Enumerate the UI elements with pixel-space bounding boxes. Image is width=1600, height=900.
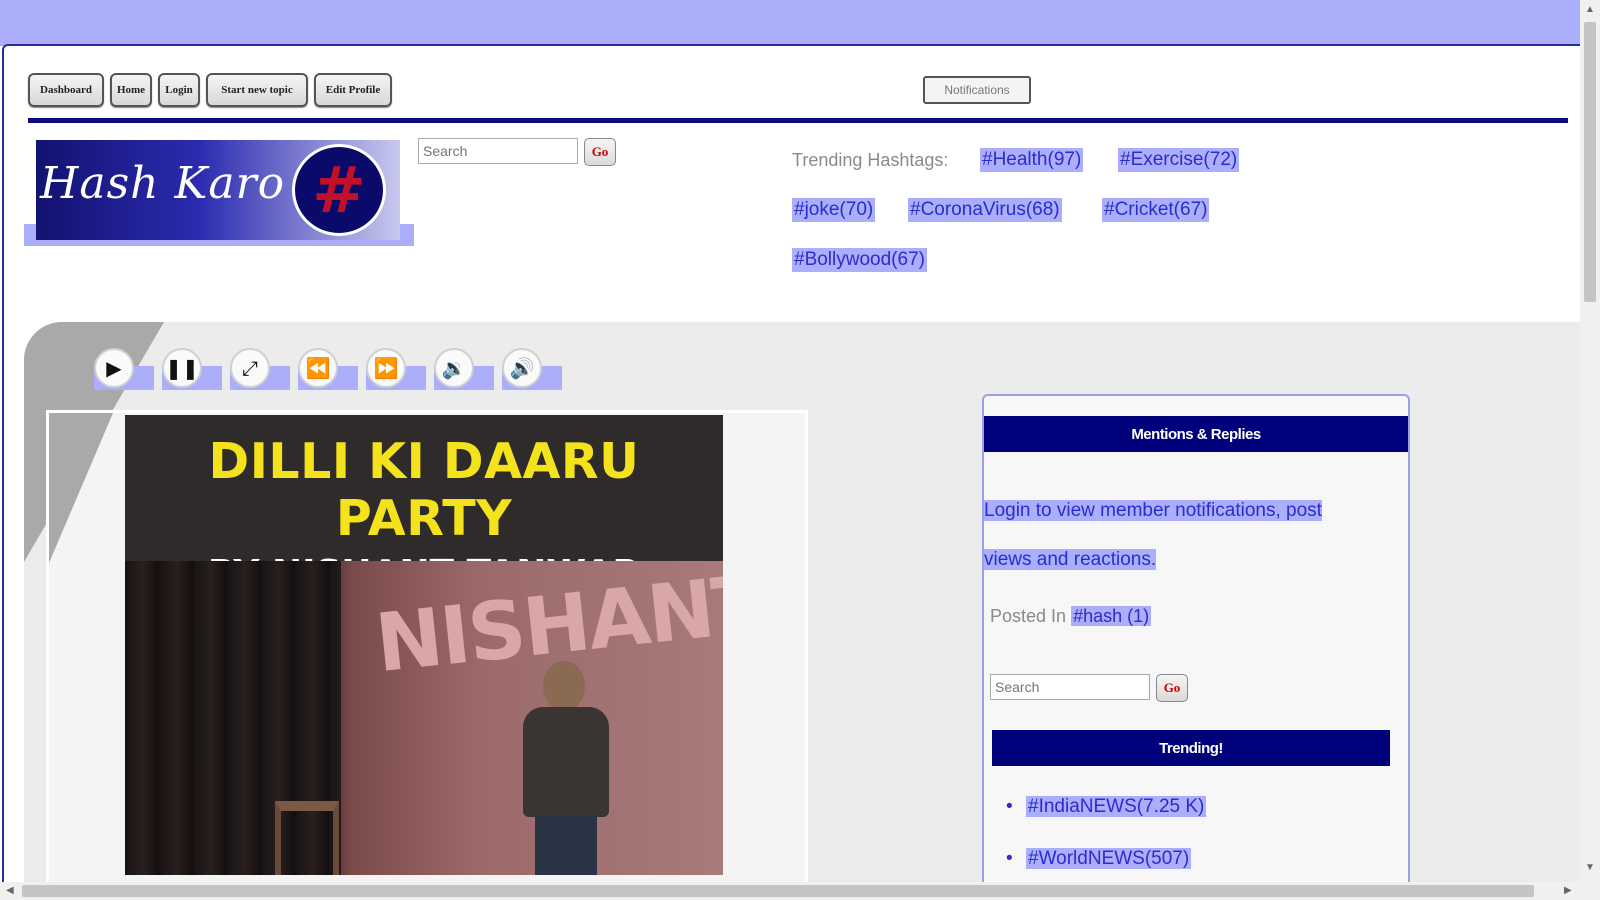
thumbnail-header: DILLI KI DAARU PARTY BY NISHANT TANWAR xyxy=(125,415,723,594)
scroll-down-icon[interactable]: ▼ xyxy=(1585,862,1595,873)
performer xyxy=(505,661,625,875)
hashtag-link[interactable]: #Exercise(72) xyxy=(1118,148,1240,172)
hashtag-link[interactable]: #Bollywood(67) xyxy=(792,248,927,272)
trending-item[interactable]: #WorldNEWS(507) xyxy=(1006,848,1206,884)
thumbnail-title: DILLI KI DAARU PARTY xyxy=(208,433,640,547)
stage-image: NISHANT xyxy=(125,557,723,875)
decorative-corner xyxy=(49,413,113,563)
posted-in-tag[interactable]: #hash (1) xyxy=(1071,606,1152,626)
start-new-topic-button[interactable]: Start new topic xyxy=(206,73,308,107)
panel-search-go-button[interactable]: Go xyxy=(1156,674,1188,702)
hashtag-link[interactable]: #joke(70) xyxy=(792,198,876,222)
stool xyxy=(275,801,339,875)
volume-up-icon[interactable]: 🔊 xyxy=(502,348,542,388)
home-button[interactable]: Home xyxy=(110,73,152,107)
trending-header: Trending! xyxy=(992,730,1390,766)
video-player[interactable]: DILLI KI DAARU PARTY BY NISHANT TANWAR N… xyxy=(46,410,808,884)
posted-in: Posted In #hash (1) xyxy=(990,606,1152,626)
nav-divider xyxy=(28,118,1568,123)
trending-item[interactable]: #IndiaNEWS(7.25 K) xyxy=(1006,796,1207,848)
scroll-up-icon[interactable]: ▲ xyxy=(1585,4,1595,15)
scroll-left-icon[interactable]: ◀ xyxy=(6,885,14,896)
scroll-right-icon[interactable]: ▶ xyxy=(1564,885,1572,896)
edit-profile-button[interactable]: Edit Profile xyxy=(314,73,392,107)
logo-text: Hash Karo xyxy=(40,158,286,209)
notifications-panel: Mentions & Replies Login to view member … xyxy=(982,394,1410,884)
panel-search-input[interactable] xyxy=(990,674,1150,700)
trending-list: #IndiaNEWS(7.25 K) #WorldNEWS(507) xyxy=(1006,796,1207,884)
page-frame: Dashboard Home Login Start new topic Edi… xyxy=(2,44,1580,884)
horizontal-scroll-thumb[interactable] xyxy=(22,885,1534,897)
hashtag-link[interactable]: #Cricket(67) xyxy=(1102,198,1210,222)
pause-icon[interactable]: ❚❚ xyxy=(162,348,202,388)
fullscreen-icon[interactable]: ⤢ xyxy=(230,348,270,388)
vertical-scrollbar[interactable]: ▲ ▼ xyxy=(1580,0,1600,900)
login-message[interactable]: Login to view member notifications, post… xyxy=(984,486,1404,584)
video-thumbnail[interactable]: DILLI KI DAARU PARTY BY NISHANT TANWAR N… xyxy=(125,415,723,875)
play-icon[interactable]: ▶ xyxy=(94,348,134,388)
header-search-input[interactable] xyxy=(418,138,578,164)
site-logo[interactable]: Hash Karo # xyxy=(36,140,400,240)
dashboard-button[interactable]: Dashboard xyxy=(28,73,104,107)
hashtag-link[interactable]: #CoronaVirus(68) xyxy=(908,198,1062,222)
fast-forward-icon[interactable]: ⏩ xyxy=(366,348,406,388)
hashtag-link[interactable]: #Health(97) xyxy=(980,148,1084,172)
notifications-button[interactable]: Notifications xyxy=(923,76,1031,104)
trending-hashtags-label: Trending Hashtags: xyxy=(792,150,949,170)
mentions-replies-header: Mentions & Replies xyxy=(984,416,1408,452)
browser-top-bar xyxy=(0,0,1600,46)
horizontal-scrollbar[interactable]: ◀ ▶ xyxy=(0,882,1580,900)
hash-icon: # xyxy=(292,144,386,236)
header-search-go-button[interactable]: Go xyxy=(584,138,616,166)
login-button[interactable]: Login xyxy=(158,73,200,107)
volume-down-icon[interactable]: 🔉 xyxy=(434,348,474,388)
rewind-icon[interactable]: ⏪ xyxy=(298,348,338,388)
vertical-scroll-thumb[interactable] xyxy=(1584,22,1596,302)
